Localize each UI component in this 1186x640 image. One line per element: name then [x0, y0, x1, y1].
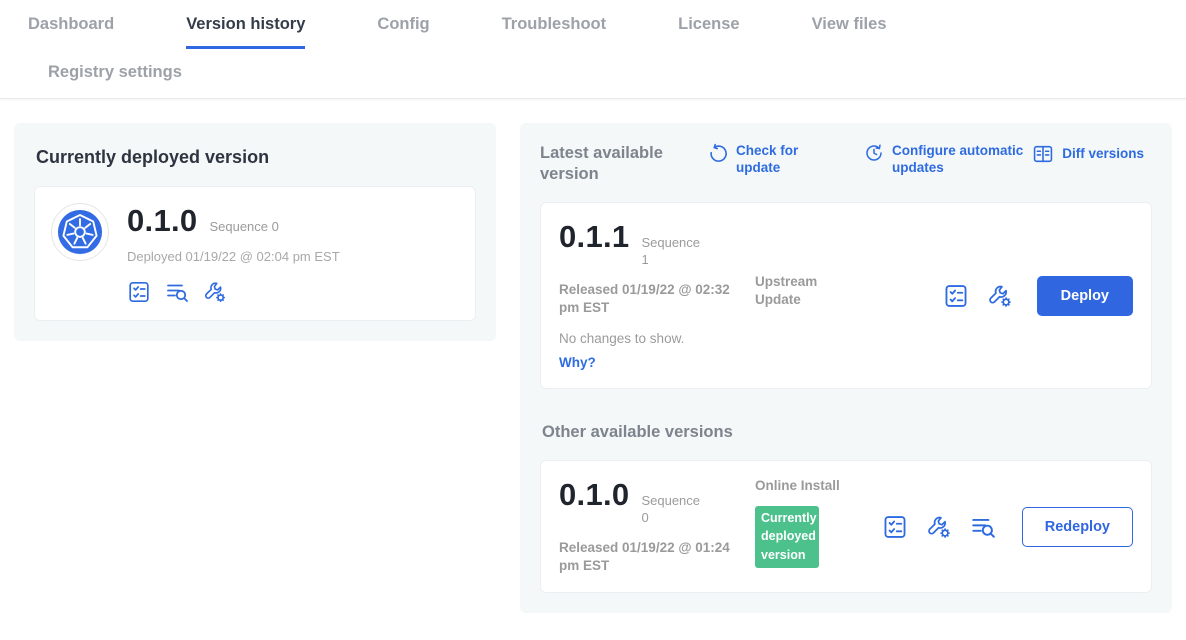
- top-nav: Dashboard Version history Config Trouble…: [0, 0, 1186, 99]
- main-content: Currently deployed version 0.1.0 Sequenc…: [0, 99, 1186, 637]
- edit-config-icon[interactable]: [203, 280, 227, 304]
- tab-troubleshoot[interactable]: Troubleshoot: [502, 15, 607, 49]
- other-version-sequence: Sequence 0: [641, 493, 703, 527]
- nav-tabs-row-1: Dashboard Version history Config Trouble…: [28, 15, 1186, 49]
- current-version-number: 0.1.0: [127, 203, 197, 239]
- current-version-title: Currently deployed version: [36, 147, 474, 168]
- latest-version-source: Upstream Update: [755, 273, 859, 309]
- diff-icon: [1032, 143, 1054, 165]
- currently-deployed-badge: Currently deployed version: [755, 506, 819, 568]
- auto-update-clock-icon: [864, 143, 884, 163]
- current-version-deployed-timestamp: Deployed 01/19/22 @ 02:04 pm EST: [127, 249, 340, 264]
- tab-license[interactable]: License: [678, 15, 739, 49]
- latest-version-sequence: Sequence 1: [641, 235, 703, 269]
- diff-versions-link[interactable]: Diff versions: [1032, 143, 1144, 165]
- tab-dashboard[interactable]: Dashboard: [28, 15, 114, 49]
- other-version-source: Online Install: [755, 477, 859, 495]
- current-version-sequence: Sequence 0: [209, 219, 278, 234]
- edit-config-icon[interactable]: [987, 283, 1013, 309]
- tab-version-history[interactable]: Version history: [186, 15, 305, 49]
- latest-version-number: 0.1.1: [559, 219, 629, 255]
- configure-automatic-updates-link[interactable]: Configure automatic updates: [864, 143, 1024, 177]
- current-version-actions: [127, 280, 340, 304]
- current-version-card: 0.1.0 Sequence 0 Deployed 01/19/22 @ 02:…: [34, 186, 476, 321]
- check-for-update-link[interactable]: Check for update: [708, 143, 808, 177]
- other-version-released-timestamp: Released 01/19/22 @ 01:24 pm EST: [559, 539, 741, 575]
- other-version-details: 0.1.0 Sequence 0 Released 01/19/22 @ 01:…: [559, 477, 755, 575]
- nav-tabs-row-2: Registry settings: [48, 63, 1186, 98]
- why-link[interactable]: Why?: [559, 355, 596, 370]
- refresh-icon: [708, 143, 728, 163]
- other-available-versions-title: Other available versions: [542, 423, 1152, 442]
- view-logs-icon[interactable]: [970, 514, 996, 540]
- deploy-button[interactable]: Deploy: [1037, 276, 1133, 316]
- redeploy-button[interactable]: Redeploy: [1022, 507, 1133, 547]
- version-history-header: Latest available version Check for updat…: [540, 143, 1152, 184]
- latest-version-released-timestamp: Released 01/19/22 @ 02:32 pm EST: [559, 281, 741, 317]
- latest-version-card: 0.1.1 Sequence 1 Released 01/19/22 @ 02:…: [540, 202, 1152, 389]
- other-version-card: 0.1.0 Sequence 0 Released 01/19/22 @ 01:…: [540, 460, 1152, 592]
- latest-version-title: Latest available version: [540, 143, 692, 184]
- current-version-details: 0.1.0 Sequence 0 Deployed 01/19/22 @ 02:…: [127, 203, 340, 304]
- edit-config-icon[interactable]: [926, 514, 952, 540]
- latest-version-details: 0.1.1 Sequence 1 Released 01/19/22 @ 02:…: [559, 219, 755, 372]
- view-logs-icon[interactable]: [165, 280, 189, 304]
- tab-registry-settings[interactable]: Registry settings: [48, 63, 182, 81]
- current-version-panel: Currently deployed version 0.1.0 Sequenc…: [14, 123, 496, 341]
- version-history-panel: Latest available version Check for updat…: [520, 123, 1172, 613]
- other-version-actions: Redeploy: [882, 507, 1133, 547]
- no-changes-text: No changes to show.: [559, 331, 755, 346]
- tab-config[interactable]: Config: [377, 15, 429, 49]
- other-version-number: 0.1.0: [559, 477, 629, 513]
- release-notes-icon[interactable]: [127, 280, 151, 304]
- diff-versions-label: Diff versions: [1062, 146, 1144, 163]
- kubernetes-logo-icon: [51, 203, 109, 261]
- release-notes-icon[interactable]: [882, 514, 908, 540]
- latest-version-actions: Deploy: [943, 276, 1133, 316]
- tab-view-files[interactable]: View files: [812, 15, 887, 49]
- check-for-update-label: Check for update: [736, 143, 808, 177]
- release-notes-icon[interactable]: [943, 283, 969, 309]
- configure-automatic-updates-label: Configure automatic updates: [892, 143, 1024, 177]
